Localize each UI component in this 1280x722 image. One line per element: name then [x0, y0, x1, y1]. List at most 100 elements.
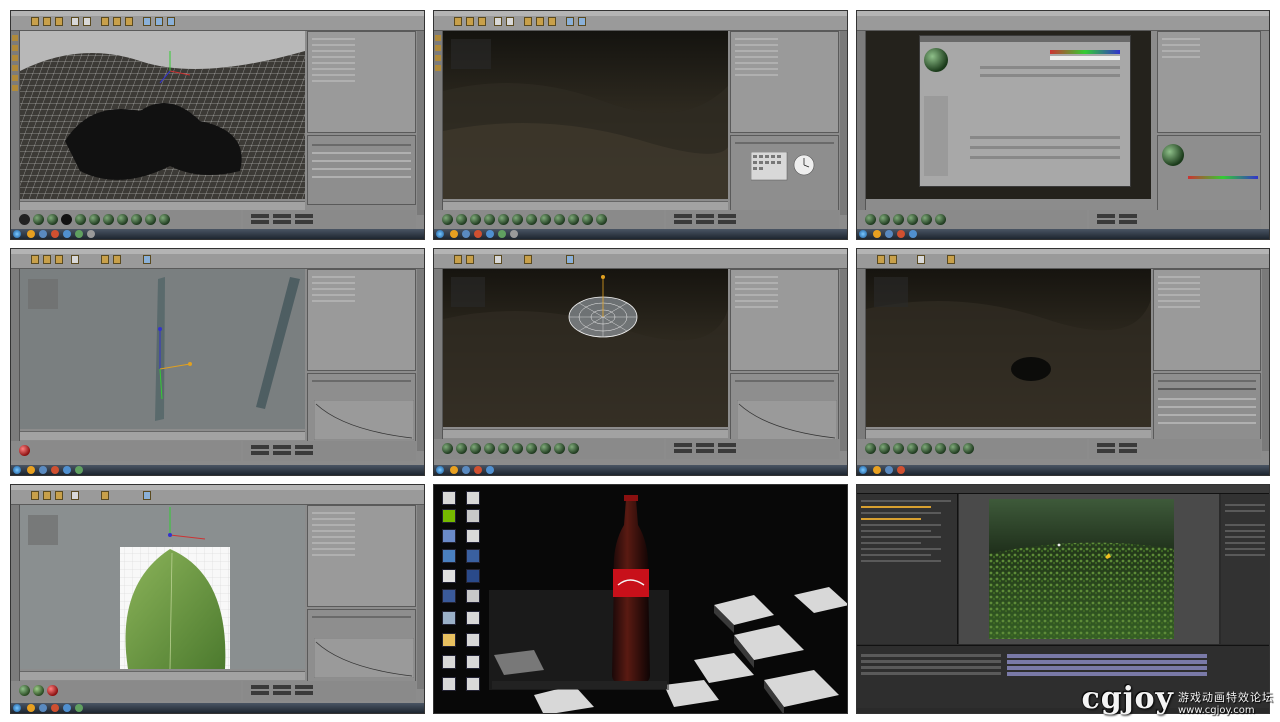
coordinates-manager[interactable]: [1089, 210, 1261, 230]
desktop-file-icon[interactable]: [442, 677, 456, 691]
desktop-app-icon[interactable]: [442, 569, 456, 583]
object-manager[interactable]: [307, 505, 416, 607]
coordinates-manager[interactable]: [243, 441, 416, 461]
desktop-file-icon[interactable]: [466, 509, 480, 523]
material-manager[interactable]: [857, 210, 1087, 230]
left-toolbar[interactable]: [857, 269, 866, 451]
timeline[interactable]: [866, 429, 1151, 438]
desktop-app-icon[interactable]: [466, 529, 480, 543]
timeline[interactable]: [20, 671, 305, 680]
desktop-app-icon[interactable]: [442, 529, 456, 543]
object-manager[interactable]: [307, 31, 416, 133]
desktop-file-icon[interactable]: [466, 655, 480, 669]
desktop-app-icon[interactable]: [466, 589, 480, 603]
material-manager[interactable]: [11, 210, 241, 230]
left-toolbar[interactable]: [434, 31, 443, 215]
coordinates-manager[interactable]: [243, 210, 416, 230]
toolbar[interactable]: [434, 16, 847, 31]
attribute-manager[interactable]: [1153, 373, 1261, 449]
tool-icon[interactable]: [113, 17, 121, 26]
windows-taskbar[interactable]: [434, 229, 847, 239]
desktop-file-icon[interactable]: [466, 491, 480, 505]
left-toolbar[interactable]: [434, 269, 443, 451]
windows-taskbar[interactable]: [434, 465, 847, 475]
object-manager[interactable]: [730, 31, 839, 133]
tool-icon[interactable]: [31, 17, 39, 26]
timeline[interactable]: [443, 201, 728, 210]
toolbar[interactable]: [857, 254, 1269, 269]
desktop-file-icon[interactable]: [442, 655, 456, 669]
toolbar[interactable]: [857, 16, 1269, 31]
tool-icon[interactable]: [155, 17, 163, 26]
timeline[interactable]: [20, 201, 305, 210]
attribute-manager[interactable]: [307, 609, 416, 687]
coordinates-manager[interactable]: [243, 681, 416, 701]
tool-icon[interactable]: [83, 17, 91, 26]
object-manager[interactable]: [1153, 269, 1261, 371]
3d-viewport[interactable]: [20, 505, 305, 670]
desktop-app-icon[interactable]: [442, 589, 456, 603]
tool-icon[interactable]: [143, 17, 151, 26]
desktop-app-icon[interactable]: [442, 549, 456, 563]
3d-viewport[interactable]: [866, 269, 1151, 427]
object-manager[interactable]: [307, 269, 416, 371]
timeline[interactable]: [20, 431, 305, 440]
effects-panel[interactable]: [1221, 494, 1269, 644]
toolbar[interactable]: [11, 490, 424, 505]
windows-taskbar[interactable]: [857, 229, 1269, 239]
toolbar[interactable]: [434, 254, 847, 269]
desktop-app-icon[interactable]: [466, 549, 480, 563]
composition-panel[interactable]: [959, 494, 1219, 644]
desktop-app-icon[interactable]: [466, 569, 480, 583]
right-tabs[interactable]: [1262, 269, 1269, 451]
attribute-manager[interactable]: [1157, 135, 1261, 215]
3d-viewport[interactable]: [443, 269, 728, 427]
clock-icon[interactable]: [793, 154, 815, 176]
tool-icon[interactable]: [43, 17, 51, 26]
tool-icon[interactable]: [55, 17, 63, 26]
recycle-bin-icon[interactable]: [442, 611, 456, 625]
falloff-curve[interactable]: [314, 400, 414, 440]
windows-taskbar[interactable]: [11, 229, 424, 239]
start-button[interactable]: [13, 230, 21, 238]
left-toolbar[interactable]: [11, 31, 20, 215]
desktop-file-icon[interactable]: [442, 491, 456, 505]
3d-viewport[interactable]: [20, 31, 305, 199]
tool-icon[interactable]: [101, 17, 109, 26]
material-manager[interactable]: [857, 439, 1087, 459]
right-tabs[interactable]: [417, 31, 424, 215]
toolbar[interactable]: [11, 16, 424, 31]
material-manager[interactable]: [11, 441, 241, 461]
attribute-manager[interactable]: [730, 373, 839, 449]
coordinates-manager[interactable]: [666, 439, 839, 459]
object-manager[interactable]: [1157, 31, 1261, 133]
right-tabs[interactable]: [417, 505, 424, 689]
tool-icon[interactable]: [167, 17, 175, 26]
left-toolbar[interactable]: [11, 269, 20, 451]
desktop-file-icon[interactable]: [466, 611, 480, 625]
coordinates-manager[interactable]: [1089, 439, 1261, 459]
attribute-manager[interactable]: [307, 135, 416, 205]
attribute-manager[interactable]: [730, 135, 839, 215]
3d-viewport[interactable]: [20, 269, 305, 429]
windows-taskbar[interactable]: [11, 703, 424, 713]
right-tabs[interactable]: [840, 31, 847, 215]
material-manager[interactable]: [11, 681, 241, 701]
coordinates-manager[interactable]: [666, 210, 839, 230]
falloff-curve[interactable]: [737, 400, 837, 440]
left-toolbar[interactable]: [11, 505, 20, 689]
object-manager[interactable]: [730, 269, 839, 371]
right-tabs[interactable]: [417, 269, 424, 451]
desktop-file-icon[interactable]: [466, 677, 480, 691]
desktop-file-icon[interactable]: [442, 633, 456, 647]
desktop-file-icon[interactable]: [466, 633, 480, 647]
tool-icon[interactable]: [125, 17, 133, 26]
falloff-curve[interactable]: [314, 638, 414, 678]
toolbar[interactable]: [11, 254, 424, 269]
project-panel[interactable]: [857, 494, 958, 644]
timeline[interactable]: [443, 429, 728, 438]
attribute-manager[interactable]: [307, 373, 416, 449]
tool-icon[interactable]: [71, 17, 79, 26]
windows-taskbar[interactable]: [857, 465, 1269, 475]
nvidia-icon[interactable]: [442, 509, 456, 523]
